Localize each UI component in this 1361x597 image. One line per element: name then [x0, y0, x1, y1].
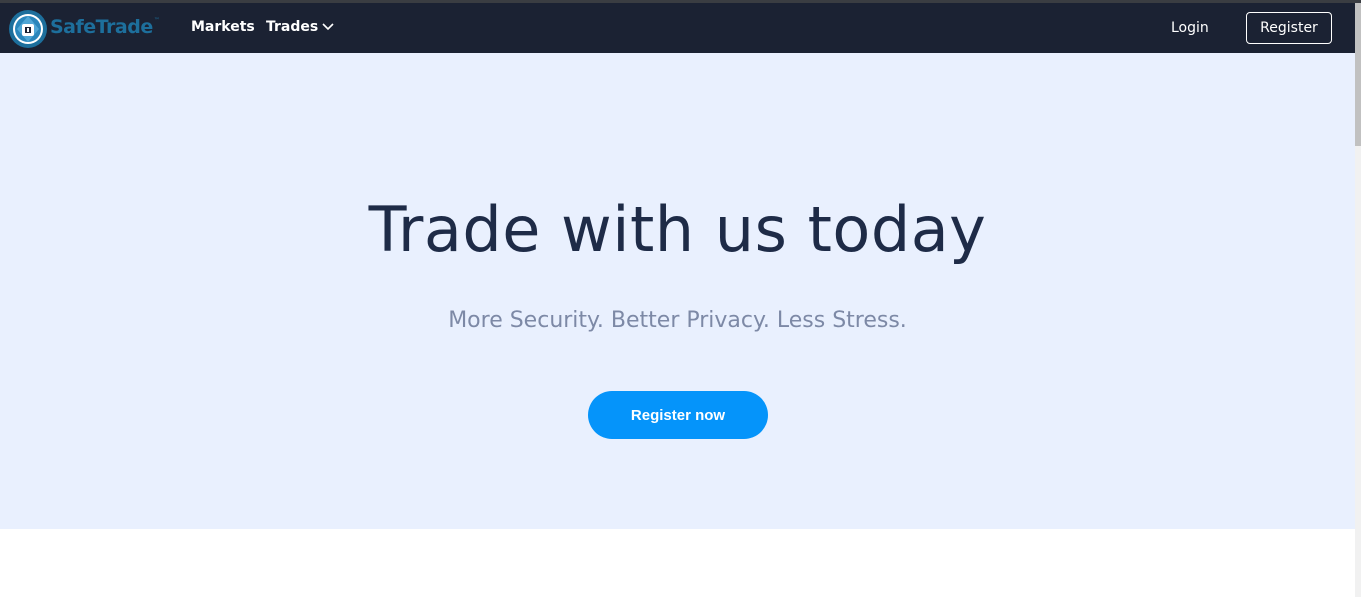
trademark-symbol: ™: [153, 16, 160, 24]
nav-markets-link[interactable]: Markets: [191, 19, 255, 35]
nav-markets-label: Markets: [191, 19, 255, 35]
shield-lock-logo-icon: [9, 10, 47, 48]
brand-logo[interactable]: SafeTrade ™: [8, 9, 160, 49]
hero-title: Trade with us today: [368, 193, 987, 266]
nav-trades-dropdown[interactable]: Trades: [266, 19, 334, 35]
hero-subtitle: More Security. Better Privacy. Less Stre…: [448, 308, 907, 333]
register-now-button[interactable]: Register now: [588, 391, 768, 439]
brand-name: SafeTrade: [50, 16, 153, 38]
top-navbar: SafeTrade ™ Markets Trades Login Registe…: [0, 3, 1355, 53]
nav-trades-label: Trades: [266, 19, 319, 35]
chevron-down-icon: [322, 23, 334, 31]
register-button[interactable]: Register: [1246, 12, 1332, 44]
login-link[interactable]: Login: [1171, 20, 1209, 36]
hero-section: Trade with us today More Security. Bette…: [0, 53, 1355, 529]
page-scrollbar-thumb[interactable]: [1355, 3, 1361, 146]
